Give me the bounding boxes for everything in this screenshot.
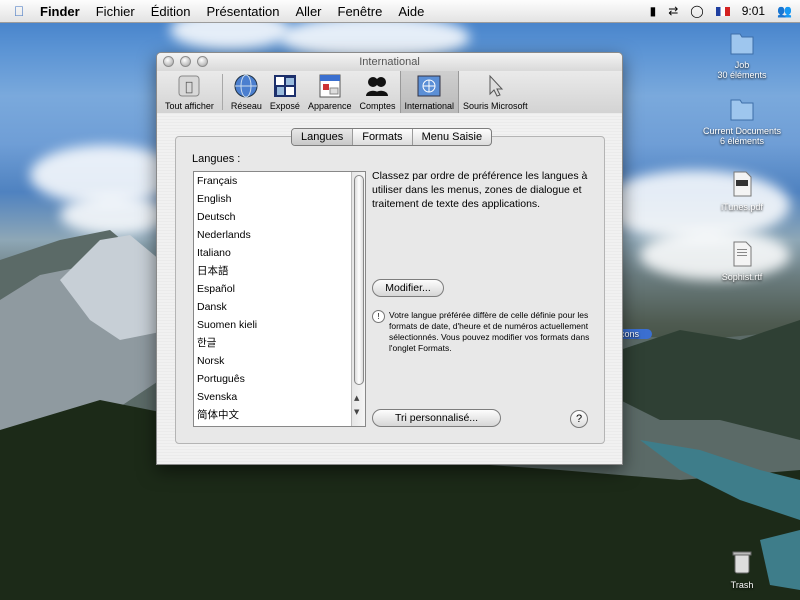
toolbar-expose[interactable]: Exposé bbox=[266, 71, 304, 113]
zoom-button[interactable] bbox=[197, 56, 208, 67]
toolbar-label: Exposé bbox=[269, 101, 300, 111]
pdf-file-icon bbox=[733, 171, 752, 197]
desktop-icon-itunes-pdf[interactable]: iTunes.pdf bbox=[697, 170, 787, 212]
trash-icon bbox=[732, 551, 752, 574]
list-item[interactable]: 简体中文 bbox=[194, 406, 365, 424]
menu-fichier[interactable]: Fichier bbox=[88, 4, 143, 19]
list-item[interactable]: 한글 bbox=[194, 334, 365, 352]
desktop-icon-label: Sophist.rtf bbox=[721, 272, 763, 282]
users-icon bbox=[365, 74, 389, 98]
menu-presentation[interactable]: Présentation bbox=[199, 4, 288, 19]
list-item[interactable]: Dansk bbox=[194, 298, 365, 316]
desktop-icon-partial: cons bbox=[618, 329, 652, 339]
modify-button[interactable]: Modifier... bbox=[372, 279, 444, 297]
apple-icon[interactable]:  bbox=[6, 3, 32, 19]
list-item[interactable]: Français bbox=[194, 172, 365, 190]
appearance-icon bbox=[318, 74, 342, 98]
toolbar-separator bbox=[221, 74, 223, 110]
desktop-icon-job[interactable]: Job 30 éléments bbox=[697, 28, 787, 80]
languages-list[interactable]: Français English Deutsch Nederlands Ital… bbox=[193, 171, 366, 427]
menu-fenetre[interactable]: Fenêtre bbox=[330, 4, 391, 19]
desktop-icon-trash[interactable]: Trash bbox=[697, 548, 787, 590]
tab-bar: Langues Formats Menu Saisie bbox=[291, 128, 493, 146]
list-item[interactable]: Português bbox=[194, 370, 365, 388]
desktop-icon-label: Current Documents bbox=[702, 126, 782, 136]
expose-icon bbox=[273, 74, 297, 98]
document-file-icon bbox=[733, 241, 752, 267]
list-item[interactable]: 日本語 bbox=[194, 262, 365, 280]
desktop-icon-sublabel: 6 éléments bbox=[719, 136, 765, 146]
close-button[interactable] bbox=[163, 56, 174, 67]
toolbar-souris-microsoft[interactable]: Souris Microsoft bbox=[459, 71, 532, 113]
vertical-scrollbar[interactable]: ▲ ▼ bbox=[351, 172, 365, 426]
menu-aide[interactable]: Aide bbox=[390, 4, 432, 19]
apple-prefs-icon:  bbox=[177, 74, 201, 98]
menubar-clock[interactable]: 9:01 bbox=[742, 4, 765, 18]
international-prefs-window: International  Tout afficher Réseau Exp… bbox=[156, 52, 623, 465]
help-button[interactable]: ? bbox=[570, 410, 588, 428]
toolbar-reseau[interactable]: Réseau bbox=[227, 71, 266, 113]
list-item[interactable]: Español bbox=[194, 280, 365, 298]
svg-text::  bbox=[186, 80, 194, 95]
prefs-toolbar:  Tout afficher Réseau Exposé Apparence bbox=[157, 71, 622, 114]
menu-edition[interactable]: Édition bbox=[143, 4, 199, 19]
language-mismatch-note: ! Votre langue préférée diffère de celle… bbox=[372, 310, 597, 354]
desktop-icon-label: iTunes.pdf bbox=[721, 202, 763, 212]
toolbar-comptes[interactable]: Comptes bbox=[355, 71, 399, 113]
toolbar-label: International bbox=[404, 101, 455, 111]
french-flag-icon[interactable] bbox=[715, 6, 730, 16]
desktop-icon-label: Job bbox=[734, 60, 750, 70]
list-item[interactable]: Italiano bbox=[194, 244, 365, 262]
list-item[interactable]: English bbox=[194, 190, 365, 208]
scroll-thumb[interactable] bbox=[354, 175, 364, 385]
minimize-button[interactable] bbox=[180, 56, 191, 67]
languages-description: Classez par ordre de préférence les lang… bbox=[372, 170, 588, 210]
flag-icon bbox=[417, 74, 441, 98]
custom-sort-button[interactable]: Tri personnalisé... bbox=[372, 409, 501, 427]
toolbar-show-all[interactable]:  Tout afficher bbox=[161, 71, 218, 113]
languages-label: Langues : bbox=[192, 153, 241, 165]
tab-formats[interactable]: Formats bbox=[353, 129, 413, 145]
toolbar-label: Réseau bbox=[230, 101, 262, 111]
toolbar-apparence[interactable]: Apparence bbox=[304, 71, 356, 113]
battery-icon[interactable]: ▮ bbox=[650, 4, 657, 18]
tab-langues[interactable]: Langues bbox=[292, 129, 354, 145]
note-text: Votre langue préférée diffère de celle d… bbox=[389, 310, 590, 353]
list-item[interactable]: Svenska bbox=[194, 388, 365, 406]
warning-icon: ! bbox=[372, 310, 385, 323]
toolbar-international[interactable]: International bbox=[399, 71, 460, 113]
speech-bubble-icon[interactable]: ◯ bbox=[690, 4, 703, 18]
window-titlebar[interactable]: International bbox=[157, 53, 622, 71]
globe-icon bbox=[234, 74, 258, 98]
window-title: International bbox=[359, 56, 420, 68]
toolbar-label: Tout afficher bbox=[165, 101, 214, 111]
list-item[interactable]: Norsk bbox=[194, 352, 365, 370]
menu-finder[interactable]: Finder bbox=[32, 4, 88, 19]
desktop-icon-current-documents[interactable]: Current Documents 6 éléments bbox=[697, 94, 787, 146]
network-arrows-icon[interactable]: ⇄ bbox=[668, 4, 678, 18]
toolbar-label: Comptes bbox=[359, 101, 396, 111]
desktop-icon-label: Trash bbox=[730, 580, 754, 590]
prefs-content: Langues Formats Menu Saisie Langues : Fr… bbox=[157, 113, 622, 464]
menu-bar:  Finder Fichier Édition Présentation Al… bbox=[0, 0, 800, 23]
toolbar-label: Apparence bbox=[307, 101, 352, 111]
desktop-icon-sophist-rtf[interactable]: Sophist.rtf bbox=[697, 240, 787, 282]
scroll-down-arrow-icon[interactable]: ▼ bbox=[354, 408, 359, 416]
list-item[interactable]: Suomen kieli bbox=[194, 316, 365, 334]
list-item[interactable]: Deutsch bbox=[194, 208, 365, 226]
user-icon[interactable]: 👥 bbox=[777, 4, 792, 18]
tab-menu-saisie[interactable]: Menu Saisie bbox=[413, 129, 492, 145]
folder-icon bbox=[730, 33, 754, 55]
toolbar-label: Souris Microsoft bbox=[463, 101, 528, 111]
desktop-icon-sublabel: 30 éléments bbox=[717, 70, 767, 80]
scroll-up-arrow-icon[interactable]: ▲ bbox=[354, 394, 359, 402]
menu-aller[interactable]: Aller bbox=[288, 4, 330, 19]
mouse-pointer-icon bbox=[483, 74, 507, 98]
list-item[interactable]: Nederlands bbox=[194, 226, 365, 244]
folder-icon bbox=[730, 99, 754, 121]
